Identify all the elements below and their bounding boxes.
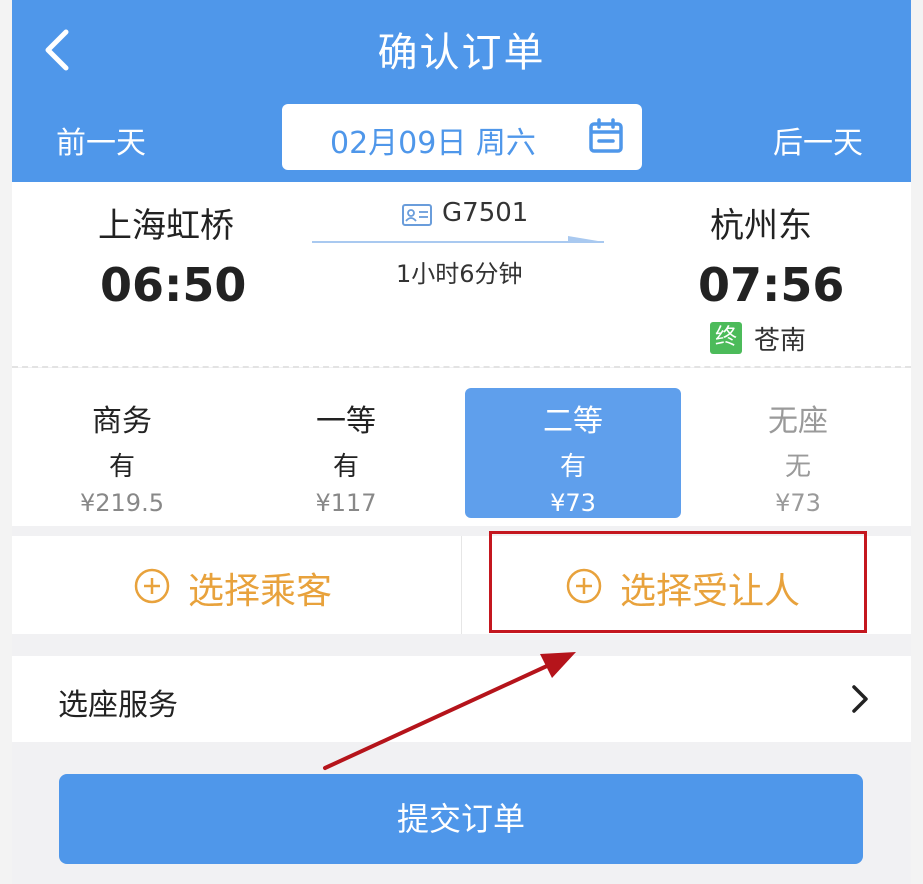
- page-title: 确认订单: [377, 30, 546, 76]
- id-card-icon: [402, 204, 432, 226]
- submit-order-button[interactable]: 提交订单: [59, 774, 863, 864]
- seat-option-first-class[interactable]: 一等 有 ¥117: [238, 388, 454, 518]
- next-day-button[interactable]: 后一天: [773, 118, 863, 162]
- seat-name: 二等: [543, 404, 603, 439]
- seat-price: ¥219.5: [80, 489, 164, 517]
- seat-availability: 有: [559, 452, 586, 482]
- seat-price: ¥117: [315, 489, 377, 517]
- trip-duration: 1小时6分钟: [396, 260, 523, 288]
- departure-station: 上海虹桥: [98, 206, 234, 246]
- seat-name: 无座: [768, 404, 828, 439]
- highlight-box: [489, 531, 867, 633]
- seat-name: 商务: [92, 404, 152, 439]
- seat-option-no-seat[interactable]: 无座 无 ¥73: [690, 388, 906, 518]
- plus-circle-icon: [134, 568, 170, 604]
- calendar-icon: [589, 118, 623, 153]
- seat-availability: 无: [784, 452, 811, 482]
- select-passenger-button[interactable]: 选择乘客: [12, 536, 461, 634]
- terminal-badge: 终: [710, 322, 742, 354]
- seat-availability: 有: [108, 452, 135, 482]
- arrival-station: 杭州东: [710, 206, 812, 246]
- prev-day-button[interactable]: 前一天: [56, 118, 146, 162]
- train-info-card: 上海虹桥 06:50 G7501 1小时6分钟 杭州东 07:56 终 苍南: [12, 182, 911, 368]
- departure-time: 06:50: [100, 258, 247, 312]
- seat-availability: 有: [332, 452, 359, 482]
- select-passenger-label: 选择乘客: [188, 571, 333, 612]
- terminal-station: 苍南: [754, 326, 807, 356]
- chevron-right-icon: [852, 685, 868, 713]
- header-bar: 确认订单 前一天 02月09日 周六 后一天: [12, 0, 911, 182]
- seat-price: ¥73: [775, 489, 821, 517]
- order-confirm-screen: 确认订单 前一天 02月09日 周六 后一天 上海虹桥 06:50 G7501: [12, 0, 911, 884]
- seat-service-label: 选座服务: [58, 688, 178, 723]
- train-number: G7501: [442, 198, 529, 228]
- seat-class-list: 商务 有 ¥219.5 一等 有 ¥117 二等 有 ¥73 无座 无 ¥73: [12, 368, 911, 526]
- seat-name: 一等: [316, 404, 376, 439]
- arrival-time: 07:56: [698, 258, 845, 312]
- seat-option-business[interactable]: 商务 有 ¥219.5: [14, 388, 230, 518]
- seat-option-second-class[interactable]: 二等 有 ¥73: [465, 388, 681, 518]
- date-picker[interactable]: 02月09日 周六: [282, 104, 642, 170]
- date-label: 02月09日 周六: [330, 126, 536, 161]
- seat-price: ¥73: [550, 489, 596, 517]
- seat-service-row[interactable]: 选座服务: [12, 656, 911, 742]
- route-arrow-line: [312, 236, 604, 243]
